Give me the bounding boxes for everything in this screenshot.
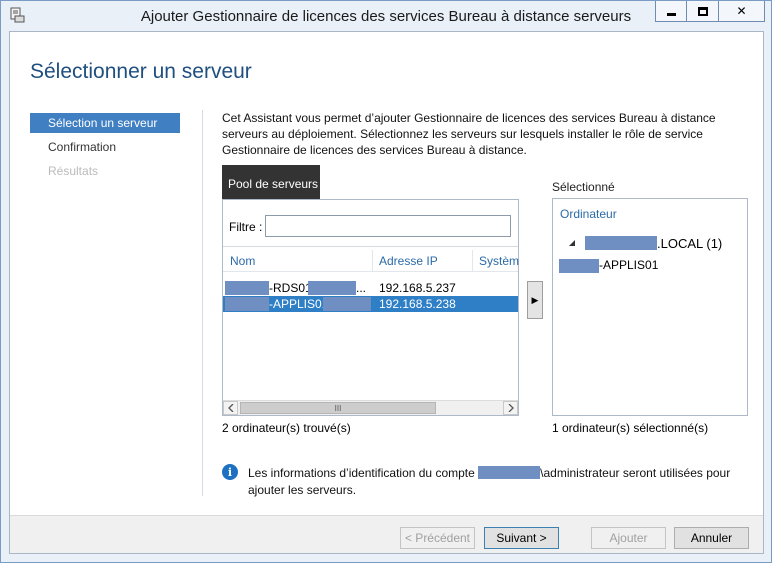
table-row[interactable]: -RDS01 ... 192.168.5.237 (223, 280, 518, 296)
column-header-name[interactable]: Nom (230, 254, 255, 268)
close-icon: ✕ (736, 4, 747, 18)
cancel-button[interactable]: Annuler (674, 527, 749, 549)
scroll-left-button[interactable] (223, 401, 238, 415)
scroll-thumb[interactable]: III (240, 402, 436, 414)
redacted-text (559, 259, 599, 273)
wizard-content: Sélectionner un serveur Sélection un ser… (9, 31, 764, 554)
nav-divider (202, 110, 203, 496)
arrow-right-icon: ▶ (531, 294, 539, 305)
minimize-button[interactable] (655, 1, 687, 22)
redacted-text (478, 466, 541, 479)
window-controls: ✕ (655, 1, 765, 22)
intro-text: Cet Assistant vous permet d’ajouter Gest… (222, 111, 716, 157)
tab-server-pool[interactable]: Pool de serveurs (222, 165, 320, 199)
chevron-left-icon (227, 404, 233, 412)
server-ip: 192.168.5.237 (379, 281, 456, 295)
column-divider[interactable] (472, 250, 473, 272)
redacted-text (225, 281, 269, 295)
info-message: Les informations d’identification du com… (248, 465, 748, 499)
redacted-text (585, 236, 657, 250)
chevron-right-icon (508, 404, 514, 412)
scroll-right-button[interactable] (503, 401, 518, 415)
server-ip: 192.168.5.238 (379, 297, 456, 311)
nav-item-results: Résultats (48, 164, 99, 178)
column-headers: Nom Adresse IP Systèm (223, 250, 519, 272)
wizard-window: Ajouter Gestionnaire de licences des ser… (0, 0, 772, 563)
column-header-computer[interactable]: Ordinateur (560, 207, 617, 221)
add-button[interactable]: Ajouter (591, 527, 666, 549)
selected-count: 1 ordinateur(s) sélectionné(s) (552, 421, 709, 435)
nav-item-confirmation[interactable]: Confirmation (30, 137, 180, 157)
selected-panel: Ordinateur .LOCAL (1) -APPLIS01 (552, 198, 748, 416)
minimize-icon (666, 12, 676, 16)
horizontal-scrollbar[interactable]: III (223, 400, 518, 415)
previous-button[interactable]: < Précédent (400, 527, 475, 549)
table-row[interactable]: -APPLIS01. 192.168.5.238 (223, 296, 518, 312)
wizard-steps-nav: Sélection un serveur Confirmation Résult… (30, 113, 180, 185)
redacted-text (323, 297, 371, 311)
nav-item-server-selection[interactable]: Sélection un serveur (30, 113, 180, 133)
next-button[interactable]: Suivant > (484, 527, 559, 549)
column-header-os[interactable]: Systèm (479, 254, 519, 268)
column-header-ip[interactable]: Adresse IP (379, 254, 438, 268)
wizard-footer: < Précédent Suivant > Ajouter Annuler (10, 515, 763, 553)
server-pool-panel: Filtre : Nom Adresse IP Systèm -RDS01 ..… (222, 199, 519, 416)
maximize-icon (697, 6, 708, 16)
tree-expand-icon[interactable] (568, 239, 576, 247)
found-count: 2 ordinateur(s) trouvé(s) (222, 421, 351, 435)
server-name-truncation: ... (356, 281, 367, 295)
column-divider[interactable] (372, 250, 373, 272)
close-button[interactable]: ✕ (719, 1, 765, 22)
selected-label: Sélectionné (552, 180, 615, 194)
redacted-text (225, 297, 269, 311)
filter-label: Filtre : (229, 220, 263, 234)
page-title: Sélectionner un serveur (30, 60, 252, 83)
scroll-grip: III (334, 403, 342, 413)
filter-row: Filtre : (223, 200, 518, 247)
info-text-start: Les informations d’identification du com… (248, 466, 475, 480)
server-name: -RDS01 (269, 281, 312, 295)
title-bar[interactable]: Ajouter Gestionnaire de licences des ser… (1, 1, 771, 31)
tree-node-domain[interactable]: .LOCAL (1) (657, 236, 722, 251)
filter-input[interactable] (265, 215, 511, 237)
add-to-selection-button[interactable]: ▶ (527, 281, 543, 319)
tree-node-server[interactable]: -APPLIS01 (599, 258, 658, 272)
maximize-button[interactable] (687, 1, 719, 22)
redacted-text (308, 281, 356, 295)
info-icon: i (222, 464, 238, 480)
